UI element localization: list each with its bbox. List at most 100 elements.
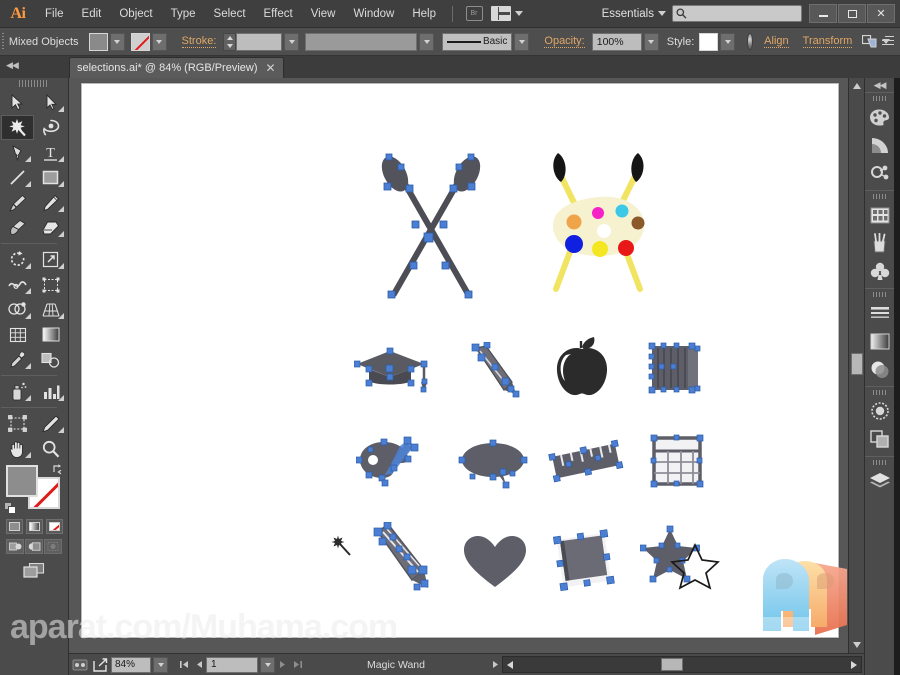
color-panel-icon[interactable] bbox=[866, 103, 894, 131]
align-button[interactable]: Align bbox=[764, 35, 789, 48]
previous-artboard-button[interactable] bbox=[191, 657, 206, 673]
dock-group-grip[interactable] bbox=[873, 292, 886, 297]
tool-rectangle[interactable] bbox=[34, 165, 67, 190]
layers-panel-icon[interactable] bbox=[866, 467, 894, 495]
artwork-palette-with-brushes[interactable] bbox=[534, 149, 662, 301]
vertical-scrollbar-thumb[interactable] bbox=[851, 353, 863, 375]
stroke-swatch-none[interactable] bbox=[130, 32, 150, 51]
stroke-profile-field[interactable] bbox=[305, 32, 418, 51]
tool-eraser[interactable] bbox=[34, 215, 67, 240]
artwork-palette-brush[interactable] bbox=[355, 434, 436, 492]
workspace-switcher[interactable]: Essentials bbox=[602, 8, 672, 20]
collapse-panel-icon[interactable]: ◀◀ bbox=[6, 60, 19, 71]
draw-behind-button[interactable] bbox=[25, 539, 43, 554]
tool-blob-brush[interactable] bbox=[1, 215, 34, 240]
tool-column-graph[interactable] bbox=[34, 379, 67, 404]
draw-normal-button[interactable] bbox=[6, 539, 24, 554]
dock-group-grip[interactable] bbox=[873, 390, 886, 395]
document-tab[interactable]: selections.ai* @ 84% (RGB/Preview) ✕ bbox=[69, 57, 284, 78]
opacity-control[interactable]: 100% bbox=[591, 32, 659, 51]
go-to-bridge-button[interactable]: Br bbox=[462, 5, 486, 23]
menu-type[interactable]: Type bbox=[162, 0, 205, 28]
control-bar-grip[interactable] bbox=[2, 32, 4, 51]
menu-effect[interactable]: Effect bbox=[255, 0, 302, 28]
swatches-panel-icon[interactable] bbox=[866, 201, 894, 229]
change-screen-mode-button[interactable] bbox=[22, 562, 46, 579]
graphic-styles-panel-icon[interactable] bbox=[866, 425, 894, 453]
transform-button[interactable]: Transform bbox=[802, 35, 853, 48]
opacity-mask-icon[interactable] bbox=[747, 33, 754, 50]
close-button[interactable]: ✕ bbox=[867, 4, 895, 23]
symbols-panel-icon[interactable] bbox=[866, 257, 894, 285]
menu-edit[interactable]: Edit bbox=[73, 0, 111, 28]
next-artboard-button[interactable] bbox=[275, 657, 290, 673]
artwork-pencil-diagonal[interactable] bbox=[366, 521, 438, 596]
artboard-number-field[interactable]: 1 bbox=[206, 656, 258, 673]
control-panel-menu-button[interactable] bbox=[882, 35, 894, 49]
tool-shape-builder[interactable] bbox=[1, 297, 34, 322]
tool-zoom[interactable] bbox=[34, 436, 67, 461]
artwork-crossed-paintbrushes-selected[interactable] bbox=[368, 149, 494, 304]
tool-gradient[interactable] bbox=[34, 322, 67, 347]
brushes-panel-icon[interactable] bbox=[866, 229, 894, 257]
tool-type[interactable]: T bbox=[34, 140, 67, 165]
stroke-profile-control[interactable] bbox=[305, 32, 435, 51]
stroke-weight-field[interactable] bbox=[236, 32, 283, 51]
tool-line-segment[interactable] bbox=[1, 165, 34, 190]
dock-group-grip[interactable] bbox=[873, 96, 886, 101]
scroll-left-button[interactable] bbox=[503, 657, 517, 672]
horizontal-scrollbar-thumb[interactable] bbox=[661, 658, 683, 671]
artwork-magic-wand-cursor[interactable] bbox=[330, 534, 358, 562]
scroll-down-button[interactable] bbox=[849, 637, 864, 653]
artwork-heart[interactable] bbox=[462, 534, 528, 590]
tool-magic-wand[interactable] bbox=[1, 115, 34, 140]
horizontal-scrollbar[interactable] bbox=[502, 656, 862, 673]
gradient-mode-button[interactable] bbox=[25, 519, 43, 534]
zoom-dropdown-arrow[interactable] bbox=[153, 656, 168, 673]
zoom-level-field[interactable]: 84% bbox=[111, 656, 151, 673]
tools-panel-grip[interactable] bbox=[19, 80, 49, 87]
tool-artboard[interactable] bbox=[1, 411, 34, 436]
fill-color-swatch[interactable] bbox=[6, 465, 38, 497]
dock-group-grip[interactable] bbox=[873, 194, 886, 199]
tool-scale[interactable] bbox=[34, 247, 67, 272]
stroke-profile-dropdown-arrow[interactable] bbox=[419, 32, 435, 51]
scroll-right-button[interactable] bbox=[847, 657, 861, 672]
opacity-field[interactable]: 100% bbox=[591, 32, 642, 51]
tool-eyedropper[interactable] bbox=[1, 347, 34, 372]
tool-paintbrush[interactable] bbox=[1, 190, 34, 215]
artwork-photo-frame[interactable] bbox=[550, 526, 620, 596]
tool-selection[interactable] bbox=[1, 90, 34, 115]
artwork-star-outline[interactable] bbox=[670, 542, 720, 590]
color-mode-button[interactable] bbox=[5, 519, 23, 534]
arrange-documents-button[interactable] bbox=[490, 5, 524, 23]
preflight-button[interactable] bbox=[71, 656, 89, 673]
menu-file[interactable]: File bbox=[36, 0, 73, 28]
brush-definition-control[interactable]: Basic bbox=[442, 32, 530, 51]
tool-slice[interactable] bbox=[34, 411, 67, 436]
status-expand-button[interactable] bbox=[487, 657, 502, 673]
artboard[interactable] bbox=[81, 83, 839, 638]
style-swatch[interactable] bbox=[699, 32, 719, 51]
minimize-button[interactable] bbox=[809, 4, 837, 23]
fill-color-control[interactable] bbox=[88, 32, 125, 51]
artwork-pen-diagonal[interactable] bbox=[464, 341, 524, 400]
stroke-weight-control[interactable] bbox=[223, 32, 300, 51]
tool-free-transform[interactable] bbox=[34, 272, 67, 297]
brush-preview[interactable]: Basic bbox=[442, 32, 513, 51]
menu-view[interactable]: View bbox=[302, 0, 345, 28]
tool-rotate[interactable] bbox=[1, 247, 34, 272]
tool-direct-selection[interactable] bbox=[34, 90, 67, 115]
artwork-speech-ellipse[interactable] bbox=[458, 438, 532, 490]
tool-mesh[interactable] bbox=[1, 322, 34, 347]
transparency-panel-icon[interactable] bbox=[866, 355, 894, 383]
gradient-panel-icon[interactable] bbox=[866, 327, 894, 355]
dock-group-grip[interactable] bbox=[873, 460, 886, 465]
fill-dropdown-arrow[interactable] bbox=[109, 32, 125, 51]
brush-dropdown-arrow[interactable] bbox=[514, 32, 530, 51]
tool-perspective-grid[interactable] bbox=[34, 297, 67, 322]
scroll-up-button[interactable] bbox=[849, 78, 864, 94]
tool-lasso[interactable] bbox=[34, 115, 67, 140]
fill-swatch[interactable] bbox=[88, 32, 108, 51]
stroke-dropdown-arrow[interactable] bbox=[151, 32, 167, 51]
